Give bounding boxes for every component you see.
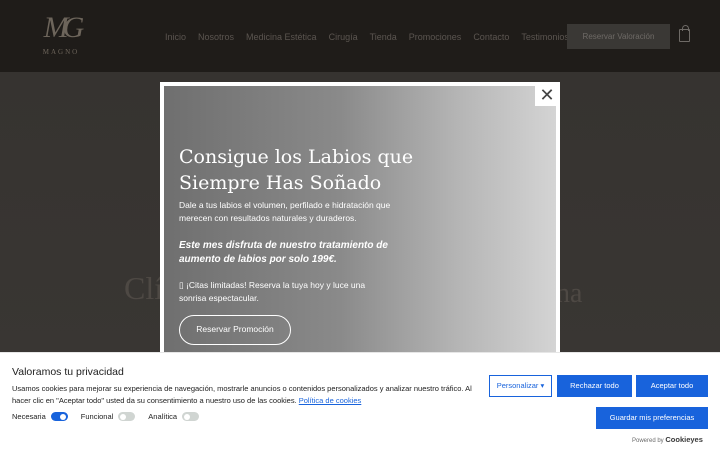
nav-item-medicina-estetica[interactable]: Medicina Estética <box>246 30 317 44</box>
cookie-text: Usamos cookies para mejorar su experienc… <box>12 383 477 407</box>
necesaria-switch[interactable] <box>50 412 68 421</box>
nav-item-tienda[interactable]: Tienda <box>370 30 397 44</box>
toggle-label: Necesaria <box>12 412 46 421</box>
popup-offer: Este mes disfruta de nuestro tratamiento… <box>179 240 388 265</box>
logo[interactable]: MG MAGNO <box>38 8 85 64</box>
popup-title: Consigue los Labios que Siempre Has Soña… <box>179 146 414 194</box>
site-header: MG MAGNO Inicio Nosotros Medicina Estéti… <box>0 0 720 72</box>
cookie-policy-link[interactable]: Política de cookies <box>299 396 362 405</box>
toggle-analitica: Analítica <box>148 412 200 421</box>
personalizar-label: Personalizar <box>496 381 539 390</box>
popup-description: Dale a tus labios el volumen, perfilado … <box>179 200 391 223</box>
cookie-description: Usamos cookies para mejorar su experienc… <box>12 384 472 405</box>
nav-item-inicio[interactable]: Inicio <box>165 30 186 44</box>
shopping-bag-icon[interactable] <box>679 25 690 42</box>
toggle-necesaria: Necesaria <box>12 412 68 421</box>
logo-wordmark: MAGNO <box>42 48 80 56</box>
nav-item-promociones[interactable]: Promociones <box>409 30 462 44</box>
cookie-title: Valoramos tu privacidad <box>12 366 124 378</box>
powered-by: Powered by Cookieyes <box>632 435 703 444</box>
switch-knob <box>60 413 67 420</box>
cookie-toggles: Necesaria Funcional Analítica <box>12 412 212 421</box>
toggle-funcional: Funcional <box>81 412 136 421</box>
toggle-label: Analítica <box>148 412 178 421</box>
save-preferences-button[interactable]: Guardar mis preferencias <box>596 407 708 429</box>
accept-all-button[interactable]: Aceptar todo <box>636 375 708 397</box>
switch-knob <box>183 413 190 420</box>
logo-monogram: MG <box>43 11 85 44</box>
analitica-switch[interactable] <box>182 412 200 421</box>
nav-item-cirugia[interactable]: Cirugía <box>329 30 358 44</box>
nav-item-nosotros[interactable]: Nosotros <box>198 30 234 44</box>
reject-all-button[interactable]: Rechazar todo <box>557 375 632 397</box>
promo-popup: Consigue los Labios que Siempre Has Soña… <box>160 82 560 352</box>
popup-note: ▯ ¡Citas limitadas! Reserva la tuya hoy … <box>179 280 366 303</box>
caret-down-icon: ▾ <box>540 381 545 390</box>
cookie-banner: Valoramos tu privacidad Usamos cookies p… <box>0 352 720 450</box>
hero-heading-left: Clí <box>124 270 164 306</box>
promo-popup-content: Consigue los Labios que Siempre Has Soña… <box>164 86 556 352</box>
close-icon[interactable]: ✕ <box>535 84 559 106</box>
nav-item-contacto[interactable]: Contacto <box>473 30 509 44</box>
reservar-promocion-button[interactable]: Reservar Promoción <box>179 315 291 345</box>
cookieyes-logo[interactable]: Cookieyes <box>665 435 703 444</box>
reservar-valoracion-button[interactable]: Reservar Valoración <box>567 24 670 49</box>
toggle-label: Funcional <box>80 412 114 421</box>
nav-item-testimonios[interactable]: Testimonios <box>521 30 569 44</box>
switch-knob <box>119 413 126 420</box>
powered-by-label: Powered by <box>632 438 664 444</box>
funcional-switch[interactable] <box>118 412 136 421</box>
main-nav: Inicio Nosotros Medicina Estética Cirugí… <box>165 30 569 44</box>
personalizar-button[interactable]: Personalizar ▾ <box>489 375 552 397</box>
